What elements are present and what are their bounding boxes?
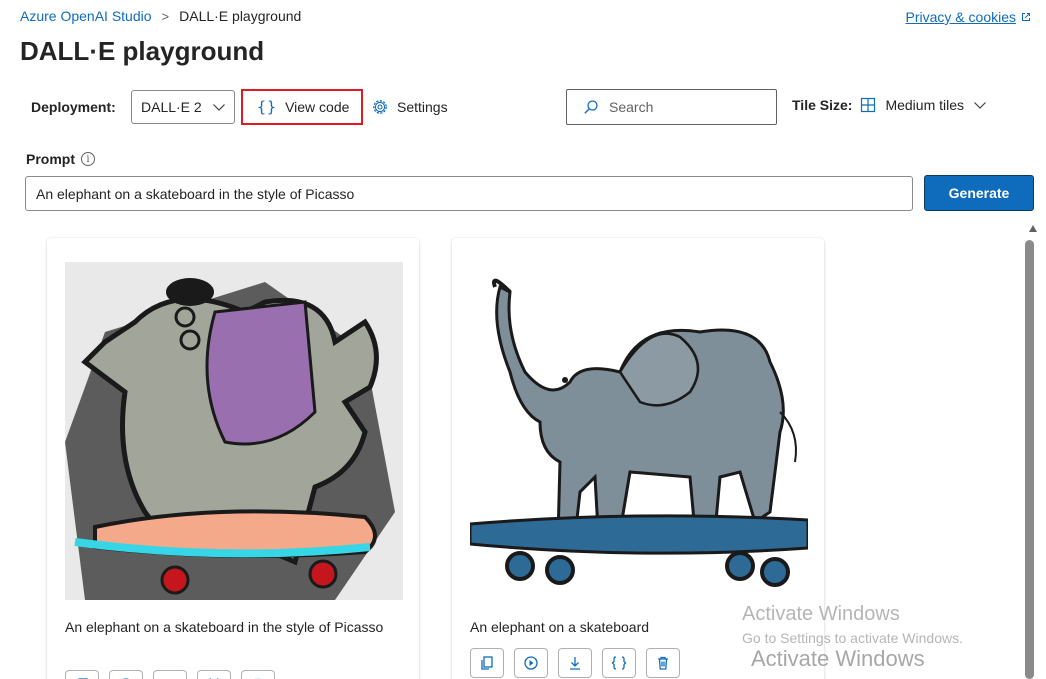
toolbar: Deployment: DALL·E 2 {} View code Settin… <box>0 88 1046 128</box>
delete-button[interactable] <box>241 670 275 679</box>
breadcrumb-separator: > <box>161 8 170 24</box>
deployment-dropdown[interactable]: DALL·E 2 <box>131 90 235 124</box>
tile-size-label: Tile Size: <box>792 97 853 113</box>
result-caption: An elephant on a skateboard in the style… <box>65 619 384 635</box>
deployment-value: DALL·E 2 <box>141 99 202 115</box>
delete-icon <box>658 656 668 670</box>
generated-image-elephant-skateboard[interactable] <box>470 262 808 600</box>
result-caption: An elephant on a skateboard <box>470 619 650 635</box>
chevron-down-icon <box>974 102 986 109</box>
download-icon <box>570 657 580 670</box>
privacy-cookies-link[interactable]: Privacy & cookies <box>906 9 1032 25</box>
view-code-button[interactable]: {} View code <box>241 89 363 125</box>
external-link-icon <box>1022 13 1030 21</box>
search-box[interactable] <box>566 89 777 125</box>
privacy-cookies-label: Privacy & cookies <box>905 9 1016 25</box>
result-card[interactable]: An elephant on a skateboard in the style… <box>47 238 419 679</box>
prompt-label-text: Prompt <box>26 151 75 167</box>
generate-button[interactable]: Generate <box>924 175 1034 211</box>
view-button[interactable] <box>514 648 548 678</box>
results-scrollbar[interactable] <box>1024 225 1046 679</box>
scroll-up-arrow[interactable] <box>1029 225 1037 232</box>
gear-icon <box>373 100 387 114</box>
breadcrumb-azure-openai-studio[interactable]: Azure OpenAI Studio <box>20 8 152 24</box>
prompt-input[interactable] <box>25 176 913 211</box>
info-icon[interactable]: i <box>81 152 95 166</box>
code-button[interactable] <box>602 648 636 678</box>
generated-image-picasso-elephant[interactable] <box>65 262 403 600</box>
copy-icon <box>481 656 493 670</box>
settings-label: Settings <box>397 99 448 115</box>
download-button[interactable] <box>558 648 592 678</box>
download-button[interactable] <box>153 670 187 679</box>
code-icon <box>611 656 627 670</box>
scroll-thumb[interactable] <box>1025 240 1034 679</box>
tile-size-control: Tile Size: Medium tiles <box>792 97 987 113</box>
deployment-label: Deployment: <box>31 99 116 115</box>
code-button[interactable] <box>197 670 231 679</box>
view-icon <box>524 656 538 670</box>
breadcrumb-current: DALL·E playground <box>179 8 302 24</box>
grid-icon <box>861 97 876 113</box>
tile-size-value: Medium tiles <box>885 97 965 113</box>
delete-button[interactable] <box>646 648 680 678</box>
result-actions <box>65 670 275 679</box>
tile-size-dropdown[interactable]: Medium tiles <box>860 97 987 113</box>
view-button[interactable] <box>109 670 143 679</box>
copy-button[interactable] <box>65 670 99 679</box>
page-title: DALL·E playground <box>20 36 265 66</box>
result-actions <box>470 648 680 678</box>
results-grid: An elephant on a skateboard in the style… <box>0 228 1046 679</box>
search-input[interactable] <box>607 98 771 116</box>
breadcrumb: Azure OpenAI Studio > DALL·E playground <box>20 8 301 24</box>
code-braces-icon: {} <box>257 98 278 116</box>
chevron-down-icon <box>213 104 225 111</box>
settings-button[interactable]: Settings <box>370 97 448 117</box>
copy-button[interactable] <box>470 648 504 678</box>
search-icon <box>584 100 598 114</box>
view-code-label: View code <box>285 99 350 115</box>
prompt-label: Prompt i <box>26 151 95 167</box>
result-card[interactable]: An elephant on a skateboard <box>452 238 824 679</box>
